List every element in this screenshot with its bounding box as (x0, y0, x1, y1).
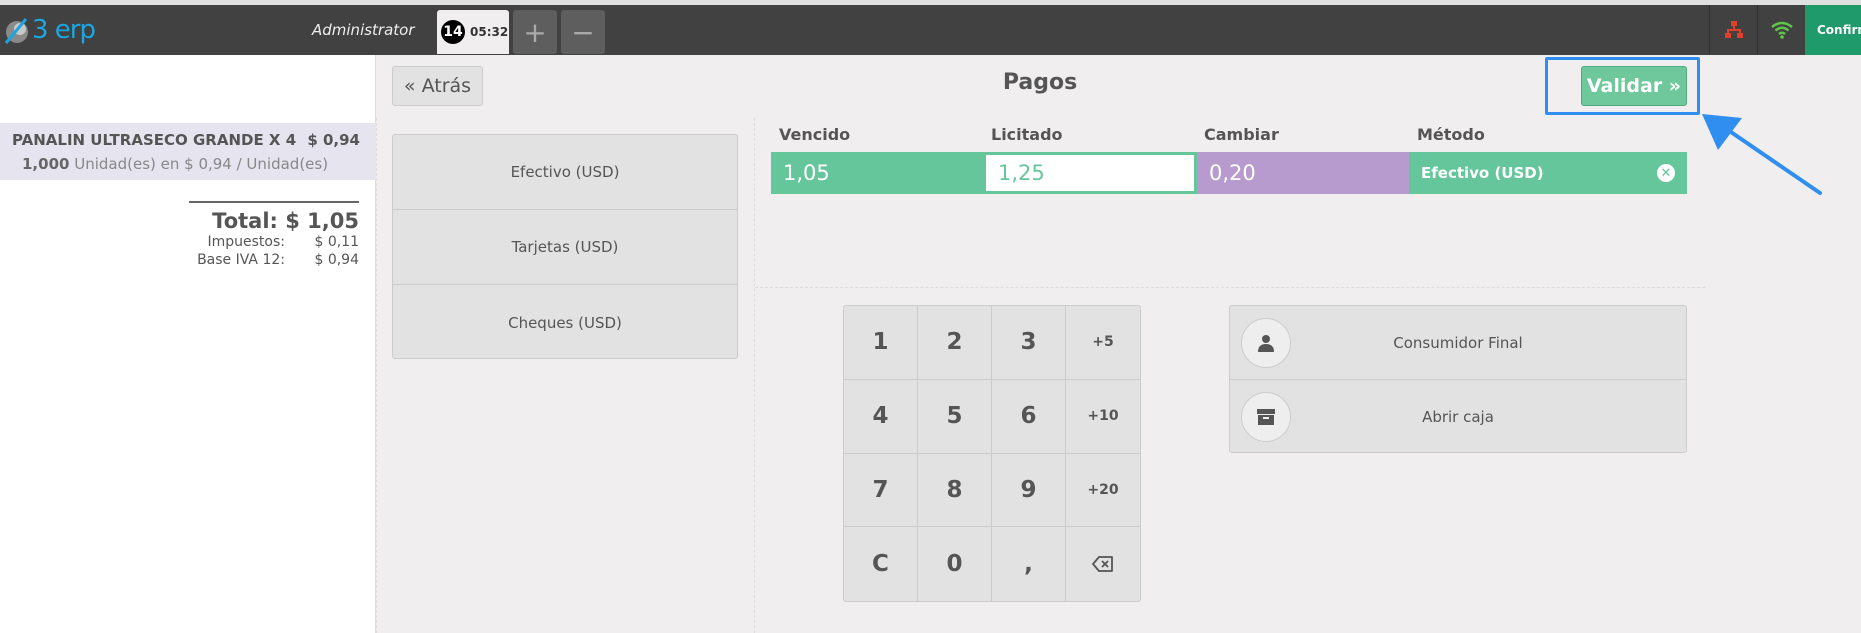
numpad-key-4[interactable]: 4 (844, 379, 918, 454)
numpad-key-7[interactable]: 7 (844, 453, 918, 528)
customer-button[interactable]: Consumidor Final (1230, 306, 1686, 380)
payment-methods: Efectivo (USD) Tarjetas (USD) Cheques (U… (392, 134, 738, 359)
order-total: Total: $ 1,05 (212, 209, 359, 233)
numpad-key-3[interactable]: 3 (992, 306, 1066, 380)
logo: 3 erp (4, 13, 96, 47)
network-status-icon[interactable] (1709, 5, 1757, 55)
column-due: Vencido (779, 125, 851, 144)
page-title: Pagos (1002, 70, 1078, 95)
numpad-key-plus5[interactable]: +5 (1066, 306, 1140, 380)
top-bar: 3 erp Administrator 14 05:32 + − Confirm (0, 0, 1861, 55)
payment-method: Efectivo (USD) ✕ (1409, 152, 1687, 194)
method-cards[interactable]: Tarjetas (USD) (393, 210, 737, 285)
order-panel: PANALIN ULTRASECO GRANDE X 4 $ 0,94 1,00… (0, 55, 376, 633)
column-change: Cambiar (1204, 125, 1279, 144)
order-summary: Total: $ 1,05 Impuestos: $ 0,11 Base IVA… (189, 201, 359, 269)
base-value: $ 0,94 (314, 252, 359, 268)
numpad: 1 2 3 +5 4 5 6 +10 7 8 9 +20 C 0 , (843, 305, 1141, 602)
numpad-key-plus10[interactable]: +10 (1066, 380, 1140, 454)
numpad-key-1[interactable]: 1 (844, 306, 918, 380)
back-button[interactable]: « Atrás (392, 66, 483, 106)
change-amount: 0,20 (1197, 152, 1409, 194)
numpad-key-5[interactable]: 5 (918, 379, 992, 454)
backspace-icon[interactable] (1066, 527, 1140, 601)
numpad-key-0[interactable]: 0 (918, 527, 992, 601)
methods-divider (754, 118, 755, 633)
panel-divider (376, 118, 377, 633)
method-cash[interactable]: Efectivo (USD) (393, 135, 737, 210)
status-area: Confirm (1709, 5, 1861, 55)
customer-label: Consumidor Final (1393, 333, 1523, 352)
line-quantity: 1,000 (22, 155, 70, 173)
user-icon (1241, 318, 1291, 368)
base-label: Base IVA 12: (197, 252, 285, 268)
order-time: 05:32 (470, 25, 509, 39)
open-cashbox-button[interactable]: Abrir caja (1230, 380, 1686, 454)
delete-payment-icon[interactable]: ✕ (1657, 164, 1675, 182)
order-number: 14 (441, 20, 465, 44)
plus-icon: + (523, 15, 547, 49)
numpad-key-6[interactable]: 6 (992, 379, 1066, 454)
taxes-value: $ 0,11 (314, 234, 359, 250)
numpad-key-plus20[interactable]: +20 (1066, 454, 1140, 528)
logo-text: 3 erp (32, 15, 96, 45)
user-name[interactable]: Administrator (312, 21, 415, 39)
order-line[interactable]: PANALIN ULTRASECO GRANDE X 4 $ 0,94 1,00… (0, 123, 376, 180)
order-tab[interactable]: 14 05:32 (437, 10, 509, 54)
payment-method-label: Efectivo (USD) (1421, 164, 1544, 182)
line-price: $ 0,94 (307, 131, 360, 149)
add-order-button[interactable]: + (513, 10, 557, 54)
numpad-key-comma[interactable]: , (992, 527, 1066, 601)
archive-icon (1241, 392, 1291, 442)
wifi-icon[interactable] (1757, 5, 1805, 55)
numpad-key-8[interactable]: 8 (918, 453, 992, 528)
validate-highlight (1545, 57, 1700, 115)
column-method: Método (1417, 125, 1485, 144)
open-cashbox-label: Abrir caja (1422, 408, 1494, 426)
tendered-amount[interactable]: 1,25 (983, 152, 1197, 194)
method-checks[interactable]: Cheques (USD) (393, 285, 737, 360)
taxes-row: Impuestos: $ 0,11 (189, 233, 360, 251)
remove-order-button[interactable]: − (561, 10, 605, 54)
line-info: 1,000 Unidad(es) en $ 0,94 / Unidad(es) (22, 155, 328, 173)
payment-actions: Consumidor Final Abrir caja (1229, 305, 1687, 453)
logo-mark-icon (4, 15, 30, 45)
minus-icon: − (571, 15, 595, 49)
base-row: Base IVA 12: $ 0,94 (189, 251, 359, 269)
section-divider (755, 287, 1705, 288)
numpad-key-9[interactable]: 9 (992, 453, 1066, 528)
product-name: PANALIN ULTRASECO GRANDE X 4 (12, 131, 297, 149)
pointer-arrow-icon (1702, 114, 1822, 195)
line-detail: Unidad(es) en $ 0,94 / Unidad(es) (69, 155, 329, 173)
due-amount: 1,05 (771, 152, 983, 194)
confirm-button[interactable]: Confirm (1805, 5, 1861, 55)
numpad-key-clear[interactable]: C (844, 527, 918, 601)
column-tendered: Licitado (991, 125, 1063, 144)
taxes-label: Impuestos: (207, 234, 286, 250)
numpad-key-2[interactable]: 2 (918, 306, 992, 380)
